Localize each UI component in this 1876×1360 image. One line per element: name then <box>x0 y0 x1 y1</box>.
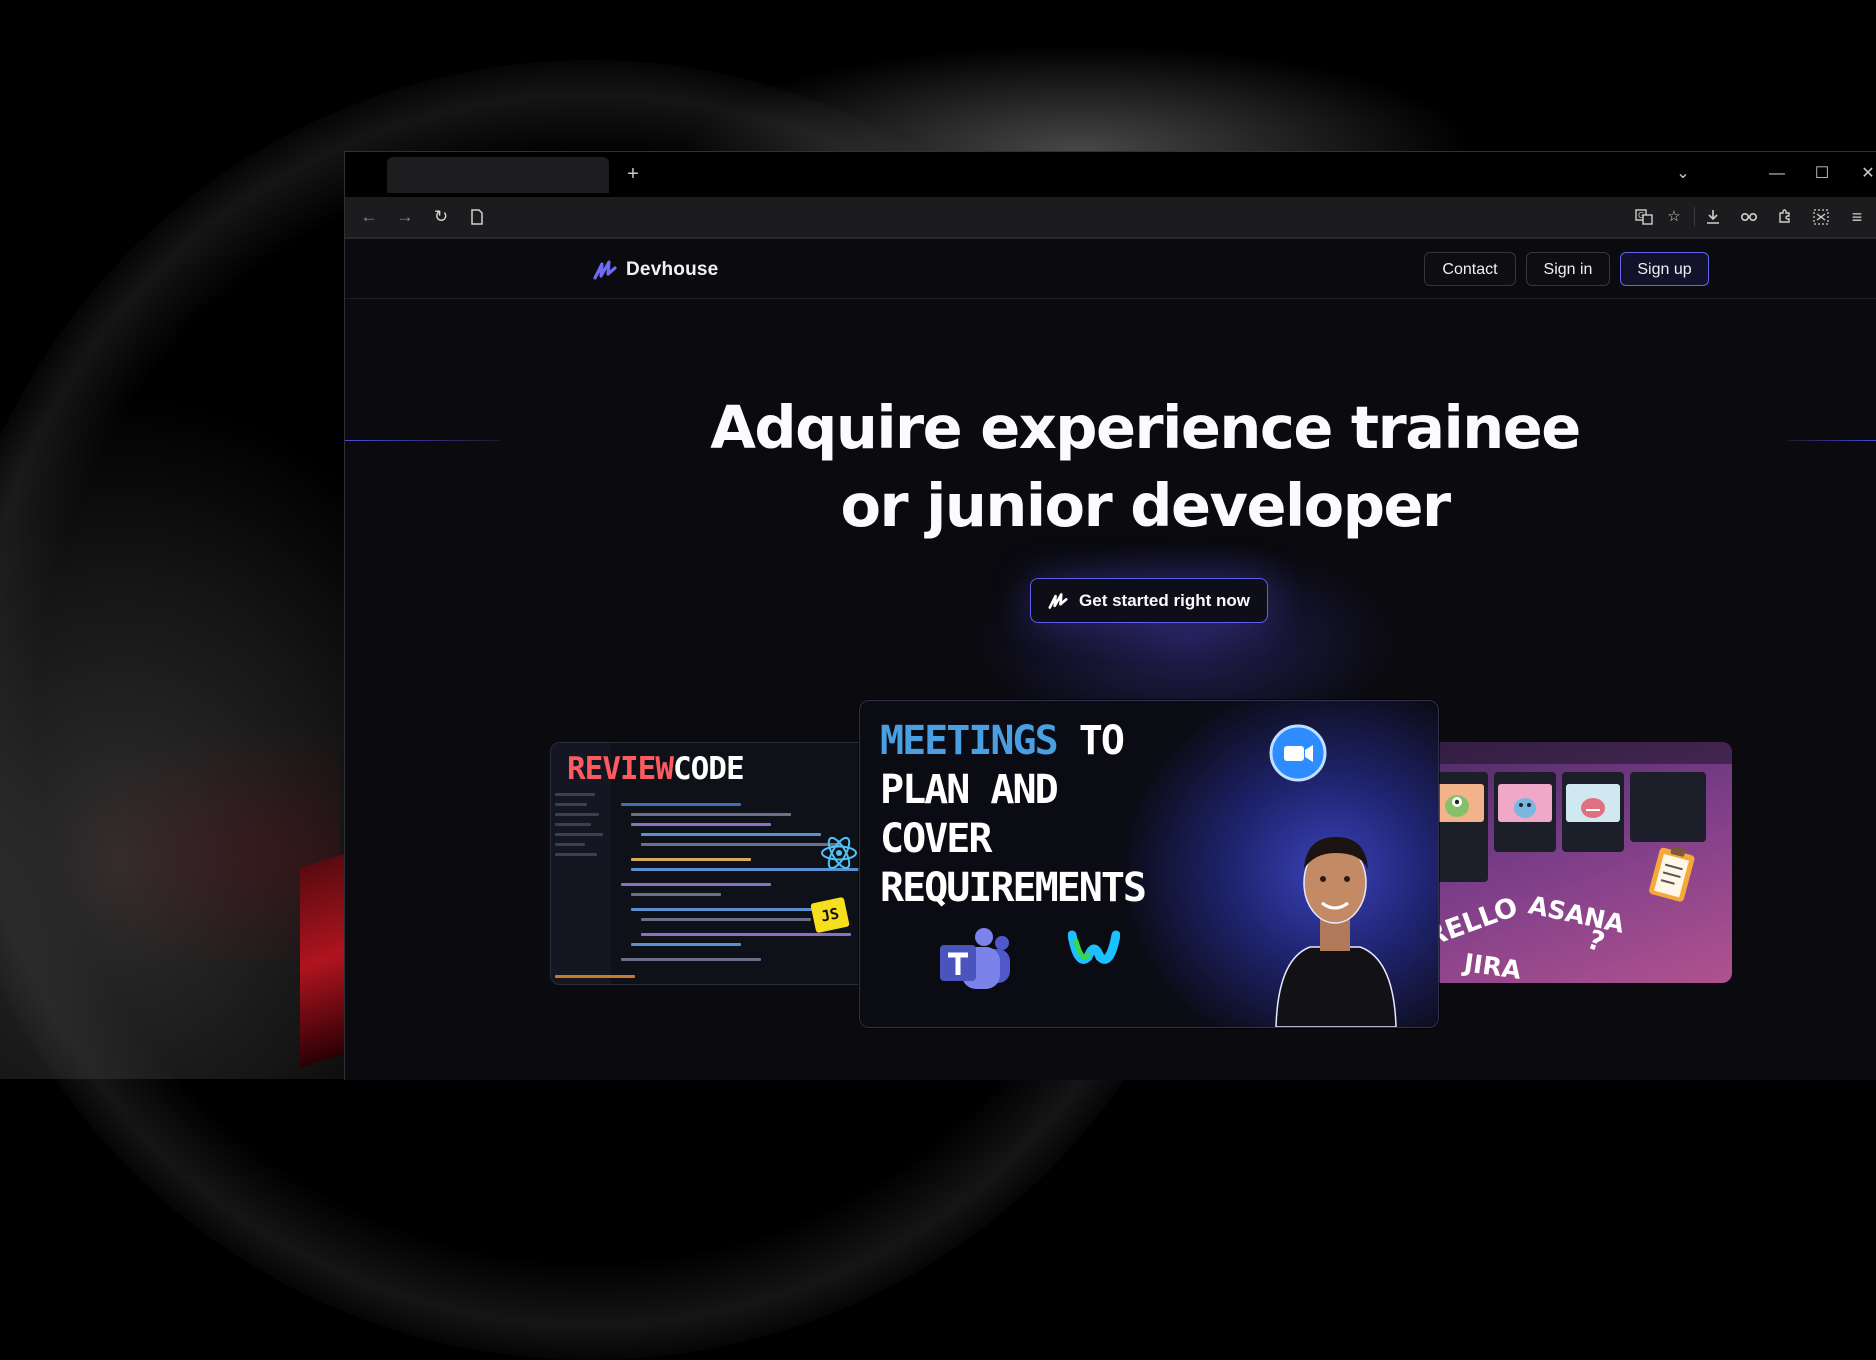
zoom-logo-icon <box>1268 723 1328 788</box>
meetings-title-line-4: REQUIREMENTS <box>880 865 1147 911</box>
devhouse-logo-icon <box>593 260 617 280</box>
kanban-column <box>1562 772 1624 852</box>
reload-button[interactable]: ↻ <box>427 203 455 231</box>
extensions-puzzle-icon[interactable] <box>1771 203 1799 231</box>
menu-hamburger-icon[interactable]: ≡ <box>1843 203 1871 231</box>
address-bar[interactable] <box>495 203 1495 231</box>
wallpaper-red-shape <box>300 851 350 1069</box>
kanban-topbar <box>1408 742 1732 764</box>
card-image <box>1566 784 1620 822</box>
clipboard-icon <box>1649 845 1696 908</box>
meetings-word: MEETINGS <box>880 718 1059 764</box>
react-logo-icon <box>819 835 859 876</box>
brand-logo[interactable]: Devhouse <box>593 257 718 283</box>
meetings-title-to: TO <box>1056 718 1125 764</box>
card-image <box>1498 784 1552 822</box>
kanban-column <box>1494 772 1556 852</box>
decorative-line-left <box>345 440 500 441</box>
browser-window: + ⌄ — ☐ ✕ ← → ↻ G ☆ ≡ Devhouse Contact S… <box>344 151 1876 1080</box>
translate-icon[interactable]: G <box>1630 203 1658 231</box>
download-icon[interactable] <box>1699 203 1727 231</box>
forward-button[interactable]: → <box>391 203 419 231</box>
hero-title-line-1: Adquire experience trainee <box>710 393 1581 462</box>
sign-up-button[interactable]: Sign up <box>1620 252 1709 286</box>
meetings-title-line-2: PLAN AND <box>880 767 1059 813</box>
review-code-card: REVIEWCODE JS <box>550 742 872 985</box>
presenter-avatar <box>1270 819 1400 1027</box>
webex-logo-icon <box>1067 927 1121 978</box>
close-window-button[interactable]: ✕ <box>1854 160 1876 188</box>
navigation-toolbar: ← → ↻ G ☆ ≡ <box>345 197 1876 237</box>
meetings-title: MEETINGS TO PLAN AND COVER REQUIREMENTS <box>880 717 1240 913</box>
hero-title: Adquire experience trainee or junior dev… <box>645 389 1645 545</box>
screenshot-scissors-icon[interactable] <box>1807 203 1835 231</box>
page-info-icon[interactable] <box>463 203 491 231</box>
browser-tab[interactable] <box>387 157 609 193</box>
meetings-title-line-3: COVER <box>880 816 992 862</box>
tab-list-chevron-down-icon[interactable]: ⌄ <box>1669 160 1697 188</box>
bookmark-star-icon[interactable]: ☆ <box>1660 203 1688 231</box>
back-button[interactable]: ← <box>355 203 383 231</box>
wallpaper-red-glow <box>0 700 340 960</box>
sign-in-button[interactable]: Sign in <box>1526 252 1610 286</box>
teams-logo-icon <box>936 925 1012 996</box>
kanban-column <box>1630 772 1706 842</box>
site-header: Devhouse Contact Sign in Sign up <box>345 239 1876 299</box>
devhouse-logo-icon <box>1048 592 1068 609</box>
tab-bar: + ⌄ — ☐ ✕ <box>345 152 1876 197</box>
decorative-line-right <box>1787 440 1876 441</box>
review-word: REVIEW <box>567 751 674 787</box>
javascript-logo-icon: JS <box>810 896 850 934</box>
review-code-title: REVIEWCODE <box>567 751 745 787</box>
jira-word: JIRA <box>1462 948 1523 983</box>
brand-name: Devhouse <box>626 259 719 280</box>
maximize-button[interactable]: ☐ <box>1808 160 1836 188</box>
get-started-button[interactable]: Get started right now <box>1030 578 1268 623</box>
get-started-label: Get started right now <box>1079 590 1250 610</box>
code-word: CODE <box>672 751 745 787</box>
new-tab-button[interactable]: + <box>621 162 645 186</box>
contact-button[interactable]: Contact <box>1424 252 1516 286</box>
toolbar-separator <box>1694 207 1695 227</box>
webpage: Devhouse Contact Sign in Sign up Adquire… <box>345 239 1876 1080</box>
meetings-card: MEETINGS TO PLAN AND COVER REQUIREMENTS <box>859 700 1439 1028</box>
incognito-icon[interactable] <box>1735 203 1763 231</box>
asana-word: ASANA <box>1526 890 1627 939</box>
project-tools-card: TRELLO ASANA JIRA ? <box>1408 742 1732 983</box>
minimize-button[interactable]: — <box>1763 160 1791 188</box>
